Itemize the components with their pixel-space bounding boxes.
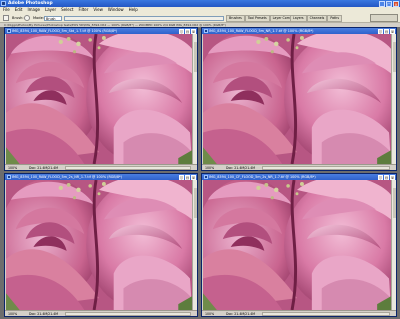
tab-channels[interactable]: Channels	[306, 15, 328, 22]
zoom-level[interactable]: 100%	[205, 166, 214, 171]
document-status-bar: 100% Doc: 21.4M/21.4M	[5, 310, 197, 316]
doc-size-info[interactable]: Doc: 21.4M/21.4M	[29, 312, 58, 317]
doc-maximize-button[interactable]: □	[185, 174, 190, 180]
mode-select[interactable]: Brush	[44, 15, 62, 21]
document-window-3[interactable]: IMG_8394_100_RAW_FLOOD_5m_2s_NR_1.7.tif …	[4, 173, 198, 317]
image-canvas[interactable]	[6, 180, 192, 310]
tab-tool-presets[interactable]: Tool Presets	[244, 15, 270, 22]
scroll-thumb[interactable]	[193, 42, 197, 72]
tool-preset-icon[interactable]	[3, 15, 9, 21]
app-titlebar: Adobe Photoshop _ □ ×	[0, 0, 400, 7]
document-icon	[203, 175, 208, 179]
vertical-scrollbar[interactable]	[391, 180, 396, 310]
document-window-4[interactable]: IMG_8394_100_CF_FLOOD_5m_2s_NR_1.7.tif @…	[201, 173, 397, 317]
options-spacer	[64, 15, 224, 21]
document-icon	[6, 175, 11, 179]
doc-close-button[interactable]: ×	[191, 174, 196, 180]
tab-layers[interactable]: Layers	[290, 15, 307, 22]
document-window-controls: _ □ ×	[179, 174, 196, 180]
scroll-thumb[interactable]	[193, 188, 197, 218]
window-controls: _ □ ×	[379, 0, 399, 7]
doc-maximize-button[interactable]: □	[185, 28, 190, 34]
options-bar: Brush: Mode: Brush Brushes Tool Presets …	[0, 13, 400, 23]
image-canvas[interactable]	[6, 34, 192, 164]
document-window-controls: _ □ ×	[179, 28, 196, 34]
tab-brushes[interactable]: Brushes	[226, 15, 245, 22]
horizontal-scrollbar[interactable]	[262, 166, 390, 170]
scroll-thumb[interactable]	[392, 188, 396, 218]
doc-close-button[interactable]: ×	[191, 28, 196, 34]
horizontal-scrollbar[interactable]	[262, 312, 390, 316]
document-window-controls: _ □ ×	[378, 28, 395, 34]
doc-maximize-button[interactable]: □	[384, 174, 389, 180]
vertical-scrollbar[interactable]	[192, 180, 197, 310]
palette-well-left: Brushes Tool Presets Layer Comps	[226, 15, 297, 22]
doc-size-info[interactable]: Doc: 21.4M/21.4M	[226, 166, 255, 171]
image-canvas[interactable]	[203, 34, 391, 164]
minimize-button[interactable]: _	[379, 0, 385, 7]
rose-image	[6, 34, 192, 164]
horizontal-scrollbar[interactable]	[65, 166, 191, 170]
vertical-scrollbar[interactable]	[391, 34, 396, 164]
doc-minimize-button[interactable]: _	[378, 28, 383, 34]
rose-image	[203, 180, 391, 310]
zoom-level[interactable]: 100%	[205, 312, 214, 317]
doc-minimize-button[interactable]: _	[179, 28, 184, 34]
document-window-controls: _ □ ×	[378, 174, 395, 180]
tab-paths[interactable]: Paths	[327, 15, 342, 22]
mode-label: Mode:	[33, 15, 45, 20]
close-button[interactable]: ×	[393, 0, 399, 7]
app-title: Adobe Photoshop	[8, 1, 53, 6]
document-icon	[6, 29, 11, 33]
document-status-bar: 100% Doc: 21.4M/21.4M	[202, 310, 396, 316]
palette-well-right: Layers Channels Paths	[290, 15, 342, 22]
document-status-bar: 100% Doc: 21.4M/21.4M	[202, 164, 396, 170]
doc-close-button[interactable]: ×	[390, 28, 395, 34]
rose-image	[203, 34, 391, 164]
vertical-scrollbar[interactable]	[192, 34, 197, 164]
zoom-level[interactable]: 100%	[8, 166, 17, 171]
go-to-bridge-button[interactable]	[370, 14, 398, 22]
horizontal-scrollbar[interactable]	[65, 312, 191, 316]
image-canvas[interactable]	[203, 180, 391, 310]
document-icon	[203, 29, 208, 33]
document-status-bar: 100% Doc: 21.4M/21.4M	[5, 164, 197, 170]
doc-close-button[interactable]: ×	[390, 174, 395, 180]
brush-label: Brush:	[12, 15, 24, 20]
doc-minimize-button[interactable]: _	[378, 174, 383, 180]
rose-image	[6, 180, 192, 310]
doc-maximize-button[interactable]: □	[384, 28, 389, 34]
document-window-1[interactable]: IMG_8394_100_RAW_FLOOD_5m_Std_1.7.tif @ …	[4, 27, 198, 171]
maximize-button[interactable]: □	[386, 0, 392, 7]
doc-size-info[interactable]: Doc: 21.4M/21.4M	[29, 166, 58, 171]
zoom-level[interactable]: 100%	[8, 312, 17, 317]
document-window-2[interactable]: IMG_8394_100_RAW_FLOOD_5m_NR_1.7.tif @ 1…	[201, 27, 397, 171]
doc-size-info[interactable]: Doc: 21.4M/21.4M	[226, 312, 255, 317]
doc-minimize-button[interactable]: _	[179, 174, 184, 180]
scroll-thumb[interactable]	[392, 42, 396, 72]
photoshop-app-icon	[1, 1, 6, 6]
brush-picker-icon[interactable]	[24, 15, 30, 21]
